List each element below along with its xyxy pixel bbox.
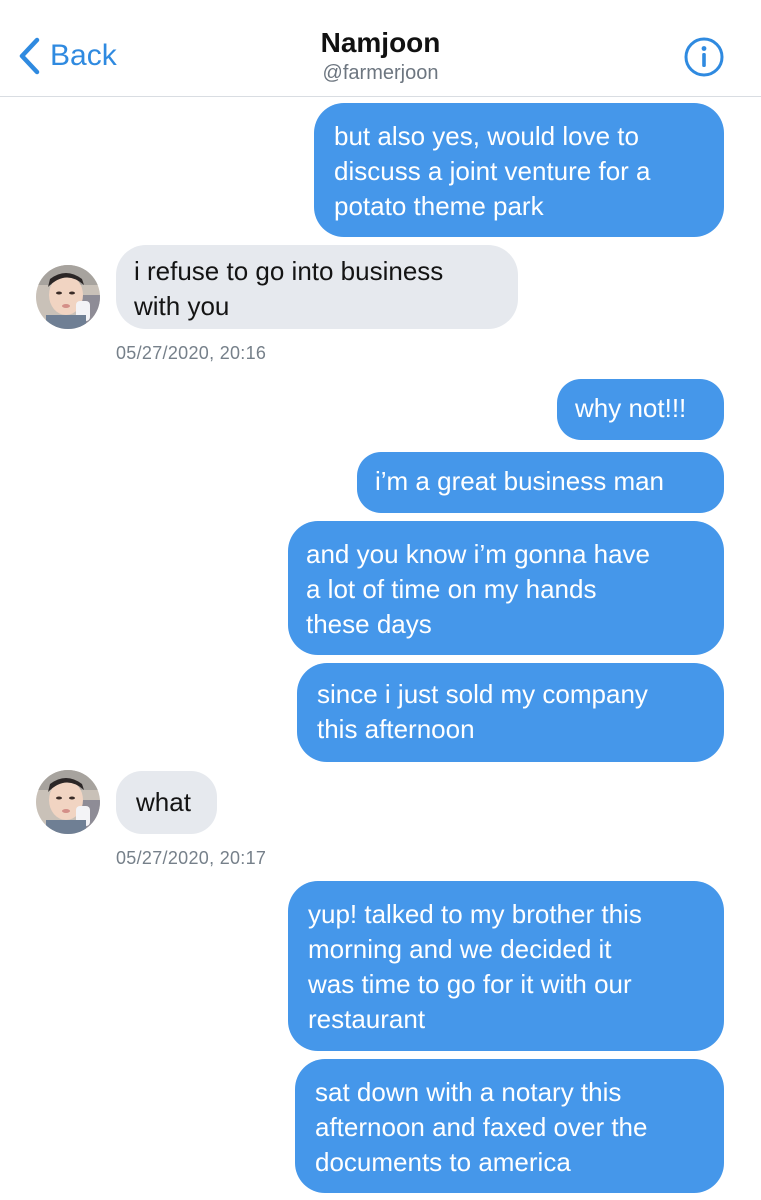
message-bubble-outgoing[interactable]: but also yes, would love to discuss a jo… (314, 103, 724, 237)
info-icon (683, 37, 725, 82)
message-bubble-outgoing[interactable]: why not!!! (557, 379, 724, 440)
conversation-title: Namjoon @farmerjoon (0, 26, 761, 86)
message-bubble-outgoing[interactable]: since i just sold my company this aftern… (297, 663, 724, 762)
info-button[interactable] (683, 36, 725, 78)
message-bubble-outgoing[interactable]: and you know i’m gonna have a lot of tim… (288, 521, 724, 655)
contact-avatar[interactable] (36, 265, 100, 329)
contact-handle: @farmerjoon (322, 62, 439, 84)
message-bubble-outgoing[interactable]: i’m a great business man (357, 452, 724, 513)
contact-avatar[interactable] (36, 770, 100, 834)
message-bubble-outgoing[interactable]: sat down with a notary this afternoon an… (295, 1059, 724, 1193)
dm-conversation-screen: Back Namjoon @farmerjoon but also yes, w… (0, 0, 761, 1200)
contact-name: Namjoon (320, 27, 441, 58)
message-timestamp: 05/27/2020, 20:16 (116, 343, 267, 363)
message-bubble-incoming[interactable]: i refuse to go into business with you (116, 245, 518, 329)
message-bubble-outgoing[interactable]: yup! talked to my brother this morning a… (288, 881, 724, 1051)
message-bubble-incoming[interactable]: what (116, 771, 217, 834)
conversation-header: Back Namjoon @farmerjoon (0, 0, 761, 97)
message-timestamp: 05/27/2020, 20:17 (116, 848, 267, 868)
